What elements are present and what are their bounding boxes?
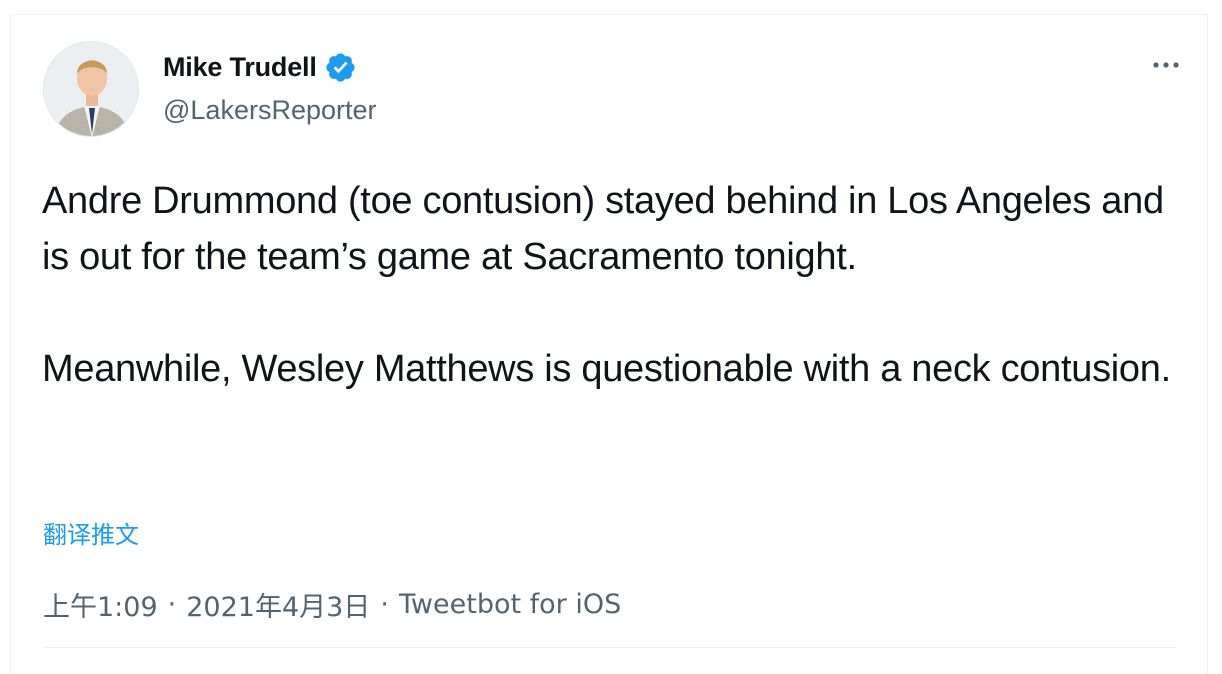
- meta-separator: ·: [167, 589, 177, 620]
- tweet-card: Mike Trudell @LakersReporter Andre Drumm…: [10, 14, 1208, 674]
- meta-separator: ·: [380, 589, 389, 620]
- author-name-row: Mike Trudell: [163, 51, 357, 84]
- tweet-time[interactable]: 上午1:09: [43, 585, 158, 624]
- verified-badge-icon: [324, 51, 357, 84]
- author-handle[interactable]: @LakersReporter: [163, 95, 377, 126]
- more-options-button[interactable]: [1149, 53, 1183, 77]
- tweet-paragraph-2: Meanwhile, Wesley Matthews is questionab…: [42, 348, 1171, 390]
- tweet-paragraph-1: Andre Drummond (toe contusion) stayed be…: [42, 180, 1164, 278]
- translate-tweet-link[interactable]: 翻译推文: [43, 515, 139, 550]
- author-name[interactable]: Mike Trudell: [163, 52, 317, 83]
- tweet-meta: 上午1:09 · 2021年4月3日 · Tweetbot for iOS: [43, 585, 621, 624]
- tweet-header: Mike Trudell @LakersReporter: [43, 41, 1183, 141]
- tweet-date[interactable]: 2021年4月3日: [186, 585, 370, 624]
- avatar-photo-icon: [44, 42, 138, 136]
- more-dots-icon: [1153, 62, 1179, 68]
- avatar[interactable]: [43, 41, 139, 137]
- tweet-text: Andre Drummond (toe contusion) stayed be…: [42, 173, 1192, 397]
- tweet-source[interactable]: Tweetbot for iOS: [399, 589, 621, 620]
- divider: [43, 647, 1177, 648]
